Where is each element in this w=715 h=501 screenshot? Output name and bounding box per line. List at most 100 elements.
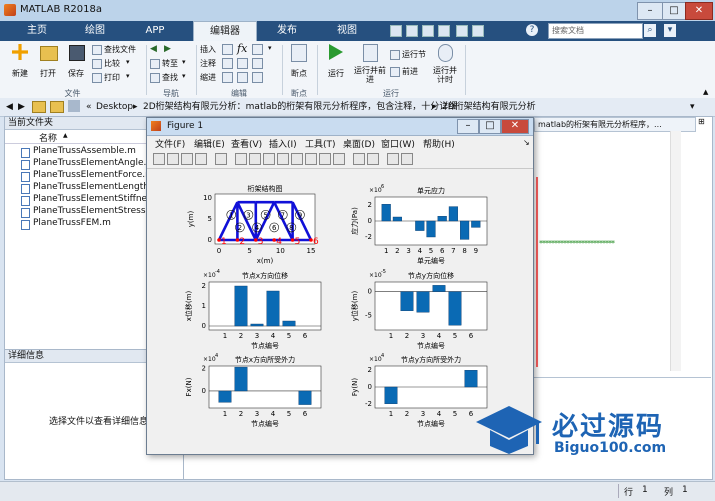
edit-tool-icon[interactable] [237, 58, 248, 69]
figure-menu-dock-icon[interactable]: ↘ [523, 138, 530, 147]
edit-tool-icon[interactable] [252, 72, 263, 83]
x-tick-label: 4 [418, 247, 423, 255]
figure-minimize-button[interactable]: – [457, 119, 479, 134]
hide-plot-tools-icon[interactable] [387, 153, 399, 165]
maximize-button[interactable]: □ [662, 2, 686, 20]
figure-maximize-button[interactable]: □ [479, 119, 501, 134]
compare-dropdown-icon[interactable]: ▾ [126, 58, 130, 66]
x-tick-label: 1 [389, 332, 393, 340]
run-advance-button[interactable]: 运行并前进 [353, 44, 387, 86]
colorbar-icon[interactable] [353, 153, 365, 165]
figure-menu-item[interactable]: 插入(I) [269, 137, 297, 150]
edit-tool-icon[interactable] [252, 58, 263, 69]
legend-icon[interactable] [367, 153, 379, 165]
save-button[interactable]: 保存 [62, 44, 90, 82]
tab-plots[interactable]: 绘图 [70, 21, 120, 41]
cut-quick-icon[interactable] [406, 25, 418, 37]
editor-scrollbar[interactable] [670, 131, 681, 371]
tab-editor[interactable]: 编辑器 [193, 21, 257, 42]
search-icon[interactable]: ⌕ [644, 24, 656, 37]
compare-icon [92, 59, 102, 69]
find-dropdown-icon[interactable]: ▾ [182, 72, 186, 80]
edit-tool-icon[interactable] [222, 58, 233, 69]
pan-icon[interactable] [263, 153, 275, 165]
editor-tab[interactable]: matlab的桁架有限元分析程序，... [534, 117, 696, 132]
run-section-button[interactable]: 运行节 [390, 49, 430, 61]
data-cursor-icon[interactable] [291, 153, 303, 165]
find-button[interactable]: 查找 ▾ [150, 72, 194, 84]
figure-menu-item[interactable]: 桌面(D) [343, 137, 375, 150]
y-tick-label: 2 [368, 366, 372, 374]
save-quick-icon[interactable] [390, 25, 402, 37]
redo-quick-icon[interactable] [472, 25, 484, 37]
tab-apps[interactable]: APP [130, 21, 180, 41]
brush-dropdown-icon[interactable] [319, 153, 331, 165]
edit-tool-icon[interactable] [222, 44, 233, 55]
forward-arrow-icon[interactable]: ▶ [18, 98, 25, 116]
print-button[interactable]: 打印 ▾ [92, 72, 144, 84]
insert-dropdown-icon[interactable]: ▾ [268, 44, 272, 52]
tab-view[interactable]: 视图 [320, 21, 374, 41]
goto-dropdown-icon[interactable]: ▾ [182, 58, 186, 66]
browse-folder-icon[interactable] [50, 101, 64, 113]
path-segment[interactable]: 2D桁架结构有限元分析：matlab的桁架有限元分析程序，包含注释，十分详细 [143, 98, 457, 116]
help-quick-icon[interactable]: ? [526, 24, 538, 36]
forward-nav-icon[interactable]: ▶ [164, 44, 171, 54]
figure-menu-item[interactable]: 编辑(E) [194, 137, 225, 150]
new-button[interactable]: 新建 [6, 44, 34, 82]
new-figure-icon[interactable] [153, 153, 165, 165]
brush-icon[interactable] [305, 153, 317, 165]
figure-close-button[interactable]: ✕ [501, 119, 529, 134]
truss-y-tick-label: 10 [203, 194, 212, 202]
figure-menu-item[interactable]: 文件(F) [155, 137, 185, 150]
tab-home[interactable]: 主页 [14, 21, 60, 41]
fx-icon[interactable]: fx [237, 42, 247, 55]
print-dropdown-icon[interactable]: ▾ [126, 72, 130, 80]
find-icon [150, 73, 160, 83]
tab-publish[interactable]: 发布 [262, 21, 312, 41]
open-file-icon[interactable] [167, 153, 179, 165]
path-segment[interactable]: Desktop [96, 98, 133, 116]
goto-button[interactable]: 转至 ▾ [150, 58, 194, 70]
link-plot-icon[interactable] [333, 153, 345, 165]
notification-icon[interactable]: ▾ [664, 24, 676, 37]
figure-menu-item[interactable]: 帮助(H) [423, 137, 455, 150]
edit-tool-icon[interactable] [237, 72, 248, 83]
edit-tool-icon[interactable] [252, 44, 263, 55]
find-files-button[interactable]: 查找文件 [92, 44, 144, 56]
rotate-icon[interactable] [277, 153, 289, 165]
collapse-ribbon-icon[interactable]: ▲ [703, 88, 708, 96]
path-segment[interactable]: 2D桁架结构有限元分析 [442, 98, 536, 116]
figure-menu-item[interactable]: 查看(V) [231, 137, 262, 150]
run-button[interactable]: 运行 [321, 44, 351, 82]
select-arrow-icon[interactable] [215, 153, 227, 165]
run-time-button[interactable]: 运行并计时 [430, 44, 460, 86]
advance-button[interactable]: 前进 [390, 66, 430, 78]
back-nav-icon[interactable]: ◀ [150, 44, 157, 54]
path-dropdown-icon[interactable]: ▾ [690, 98, 695, 116]
close-button[interactable]: ✕ [685, 2, 713, 20]
up-folder-icon[interactable] [32, 101, 46, 113]
copy-quick-icon[interactable] [422, 25, 434, 37]
zoom-in-icon[interactable] [235, 153, 247, 165]
bar-ylabel: y位移(m) [350, 291, 359, 322]
back-arrow-icon[interactable]: ◀ [6, 98, 13, 116]
figure-menu-item[interactable]: 工具(T) [305, 137, 336, 150]
file-name: PlaneTrussAssemble.m [33, 146, 136, 156]
y-exponent-power: 4 [215, 353, 218, 359]
compare-button[interactable]: 比较 ▾ [92, 58, 144, 70]
edit-tool-icon[interactable] [222, 72, 233, 83]
search-documentation-input[interactable]: 搜索文档 [548, 23, 643, 39]
save-figure-icon[interactable] [181, 153, 193, 165]
paste-quick-icon[interactable] [438, 25, 450, 37]
figure-menu-item[interactable]: 窗口(W) [381, 137, 415, 150]
bar-chart-title: 节点x方向所受外力 [235, 355, 295, 364]
print-figure-icon[interactable] [195, 153, 207, 165]
show-plot-tools-icon[interactable] [401, 153, 413, 165]
minimize-button[interactable]: – [637, 2, 663, 20]
undo-quick-icon[interactable] [456, 25, 468, 37]
editor-panel-menu-icon[interactable]: ⊞ [698, 117, 705, 126]
open-button[interactable]: 打开 [34, 44, 62, 82]
breakpoints-button[interactable]: 断点 [286, 44, 312, 82]
zoom-out-icon[interactable] [249, 153, 261, 165]
